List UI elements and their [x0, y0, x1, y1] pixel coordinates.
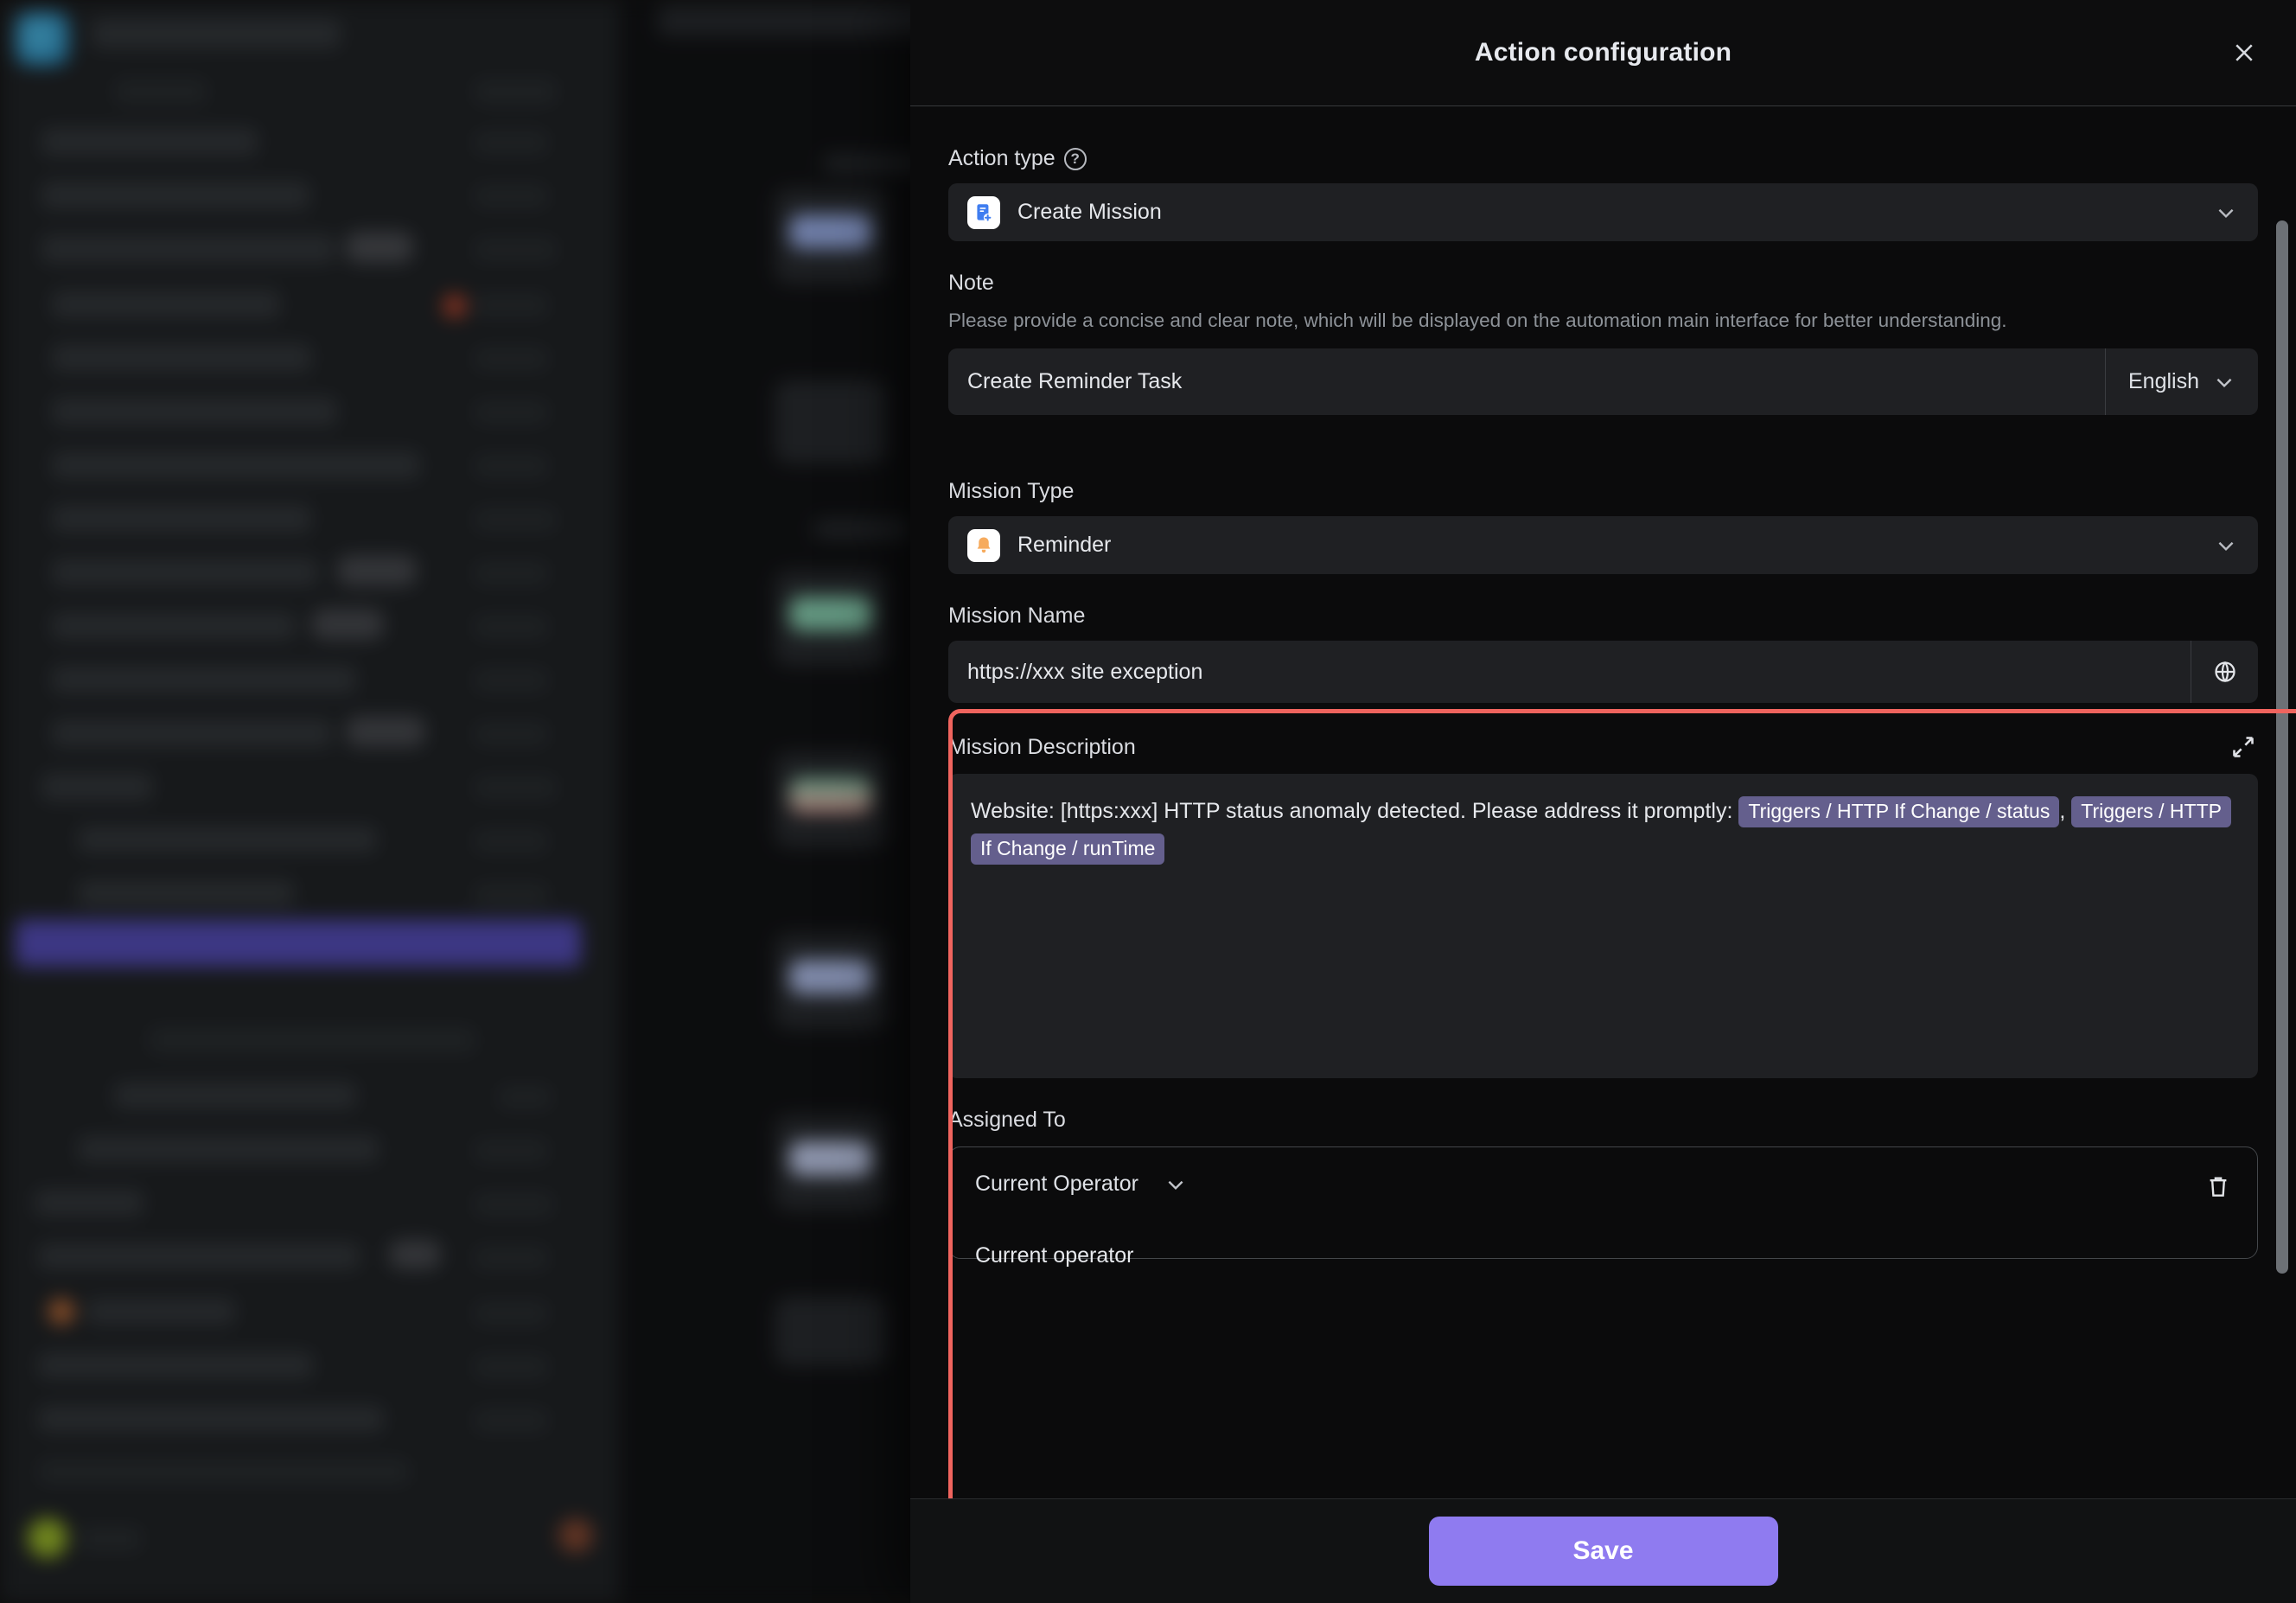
mission-type-select[interactable]: Reminder: [948, 516, 2258, 575]
action-type-select[interactable]: Create Mission: [948, 183, 2258, 241]
question-circle-icon[interactable]: ?: [1063, 147, 1087, 170]
mission-type-label: Mission Type: [948, 479, 2258, 504]
mission-name-label-text: Mission Name: [948, 604, 1086, 629]
page-title: Action configuration: [1474, 38, 1732, 67]
assigned-to-label: Assigned To: [948, 1108, 1066, 1133]
action-type-value: Create Mission: [1017, 200, 1162, 224]
mission-type-label-text: Mission Type: [948, 479, 1075, 504]
action-configuration-drawer: Action configuration Action type ? Creat…: [910, 0, 2296, 1603]
note-hint: Please provide a concise and clear note,…: [948, 310, 2007, 331]
expand-arrows-icon[interactable]: [2229, 732, 2258, 762]
mission-description-label: Mission Description: [948, 734, 1136, 759]
mission-type-value: Reminder: [1017, 533, 1112, 558]
mission-name-section: Mission Name https://xxx site exception: [948, 604, 2258, 704]
action-type-label: Action type ?: [948, 146, 2258, 171]
note-label-text: Note: [948, 271, 994, 295]
assigned-to-sub-value: Current operator: [975, 1243, 1134, 1268]
create-mission-icon: [967, 195, 1000, 229]
note-section: Note Please provide a concise and clear …: [948, 271, 2258, 416]
drawer-footer: Save: [910, 1498, 2296, 1603]
globe-icon[interactable]: [2191, 641, 2258, 704]
mission-description-text: Website: [https:xxx] HTTP status anomaly…: [971, 799, 1733, 824]
assigned-to-card: Current Operator Current operator: [948, 1146, 2258, 1268]
mission-description-header: Mission Description: [948, 732, 2258, 762]
mission-name-label: Mission Name: [948, 604, 2258, 629]
trash-icon[interactable]: [2204, 1172, 2233, 1201]
note-label: Note: [948, 271, 2258, 296]
action-type-label-text: Action type: [948, 146, 1056, 170]
mission-type-section: Mission Type Reminder: [948, 444, 2258, 575]
assigned-to-section: Assigned To: [948, 1108, 2258, 1133]
note-language-value: English: [2128, 369, 2199, 394]
assigned-to-select[interactable]: Current Operator: [975, 1172, 1187, 1197]
mission-description-textarea[interactable]: Website: [https:xxx] HTTP status anomaly…: [948, 774, 2258, 1079]
assigned-to-select-value: Current Operator: [975, 1172, 1138, 1197]
bell-icon: [967, 528, 1000, 562]
chevron-down-icon: [1168, 1180, 1183, 1190]
drawer-scrollbar-thumb[interactable]: [2276, 220, 2288, 1274]
action-type-section: Action type ? Create Mission: [948, 146, 2258, 241]
drawer-body: Action type ? Create Mission Note Please…: [910, 106, 2296, 1498]
chevron-down-icon[interactable]: [2215, 201, 2237, 224]
chevron-down-icon: [2216, 378, 2232, 387]
note-language-select[interactable]: English: [2105, 348, 2258, 416]
drawer-header: Action configuration: [910, 0, 2296, 106]
mission-name-input-row: https://xxx site exception: [948, 641, 2258, 704]
variable-tag[interactable]: Triggers / HTTP If Change / status: [1738, 796, 2060, 828]
mission-description-section: Mission Description Website: [https:xxx]…: [948, 732, 2258, 1079]
highlighted-mission-group: Mission Type Reminder Mission Name https…: [948, 444, 2296, 1498]
close-icon[interactable]: [2225, 34, 2263, 72]
mission-name-input[interactable]: https://xxx site exception: [948, 641, 2191, 703]
chevron-down-icon[interactable]: [2215, 534, 2237, 557]
note-input-row: Create Reminder Task English: [948, 348, 2258, 416]
note-input[interactable]: Create Reminder Task: [948, 348, 2105, 415]
save-button[interactable]: Save: [1428, 1517, 1778, 1586]
